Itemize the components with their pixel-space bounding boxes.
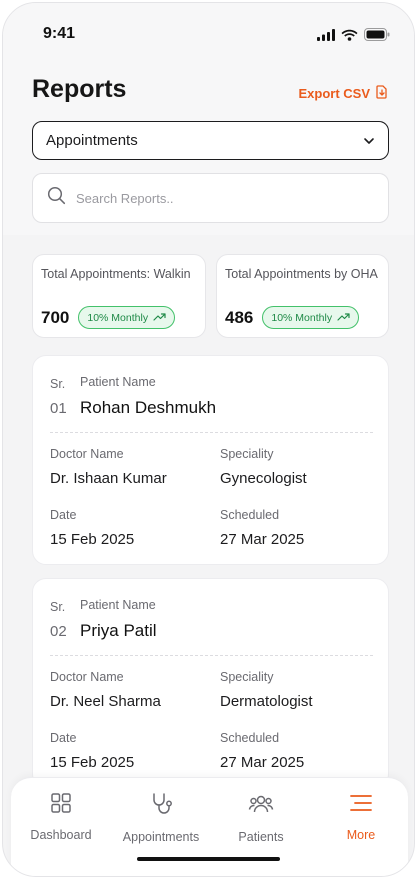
badge-label: 10% Monthly bbox=[271, 311, 333, 324]
stat-value: 700 bbox=[41, 307, 70, 327]
sr-label: Sr. bbox=[50, 377, 66, 391]
wifi-icon bbox=[341, 29, 358, 41]
file-export-icon bbox=[376, 85, 388, 102]
trend-badge: 10% Monthly bbox=[78, 306, 176, 329]
patient-name-label: Patient Name bbox=[80, 375, 156, 389]
search-input[interactable] bbox=[76, 190, 366, 206]
appointment-card[interactable]: Sr. Patient Name 01 Rohan Deshmukh Docto… bbox=[32, 355, 389, 565]
tab-more[interactable]: More bbox=[311, 792, 411, 842]
patient-name-label: Patient Name bbox=[80, 598, 156, 612]
doctor-name-label: Doctor Name bbox=[50, 447, 124, 461]
dashed-divider bbox=[50, 432, 373, 433]
sr-number: 02 bbox=[50, 623, 67, 640]
badge-label: 10% Monthly bbox=[87, 311, 149, 324]
tab-label: Appointments bbox=[122, 830, 200, 844]
chevron-down-icon bbox=[363, 132, 375, 150]
stat-label: Total Appointments: Walkin bbox=[41, 267, 191, 281]
search-icon bbox=[47, 186, 66, 210]
patient-name: Rohan Deshmukh bbox=[80, 398, 217, 417]
tab-label: Patients bbox=[238, 830, 284, 844]
export-csv-label: Export CSV bbox=[298, 86, 370, 101]
sr-number: 01 bbox=[50, 400, 67, 417]
stat-card-oha: Total Appointments by OHA 486 10% Monthl… bbox=[216, 254, 389, 338]
tab-patients[interactable]: Patients bbox=[211, 792, 311, 844]
trend-badge: 10% Monthly bbox=[262, 306, 360, 329]
stethoscope-icon bbox=[149, 792, 173, 821]
date-label: Date bbox=[50, 731, 77, 745]
status-bar: 9:41 bbox=[3, 3, 414, 63]
speciality-value: Gynecologist bbox=[220, 470, 307, 487]
date-value: 15 Feb 2025 bbox=[50, 531, 135, 548]
stat-label: Total Appointments by OHA bbox=[225, 267, 378, 281]
report-type-select[interactable]: Appointments bbox=[32, 121, 389, 160]
stat-row: 700 10% Monthly bbox=[41, 306, 176, 329]
scheduled-value: 27 Mar 2025 bbox=[220, 754, 305, 771]
users-icon bbox=[248, 792, 274, 821]
appointment-card[interactable]: Sr. Patient Name 02 Priya Patil Doctor N… bbox=[32, 578, 389, 788]
bottom-tab-bar: Dashboard Appointments Patients More bbox=[11, 777, 411, 876]
page-title: Reports bbox=[32, 75, 127, 103]
dashed-divider bbox=[50, 655, 373, 656]
scheduled-value: 27 Mar 2025 bbox=[220, 531, 305, 548]
speciality-value: Dermatologist bbox=[220, 693, 313, 710]
grid-icon bbox=[50, 792, 72, 819]
trending-up-icon bbox=[153, 312, 166, 324]
battery-icon bbox=[364, 28, 390, 41]
tab-dashboard[interactable]: Dashboard bbox=[11, 792, 111, 842]
report-type-value: Appointments bbox=[46, 132, 138, 149]
export-csv-button[interactable]: Export CSV bbox=[298, 85, 388, 102]
signal-icon bbox=[317, 28, 335, 41]
scheduled-label: Scheduled bbox=[220, 508, 280, 522]
search-bar bbox=[32, 173, 389, 223]
home-indicator bbox=[137, 857, 280, 861]
sr-label: Sr. bbox=[50, 600, 66, 614]
doctor-name: Dr. Neel Sharma bbox=[50, 693, 161, 710]
status-icons bbox=[317, 28, 390, 41]
stat-value: 486 bbox=[225, 307, 254, 327]
doctor-name: Dr. Ishaan Kumar bbox=[50, 470, 167, 487]
stat-row: 486 10% Monthly bbox=[225, 306, 360, 329]
scheduled-label: Scheduled bbox=[220, 731, 280, 745]
speciality-label: Speciality bbox=[220, 670, 274, 684]
stat-card-walkin: Total Appointments: Walkin 700 10% Month… bbox=[32, 254, 206, 338]
tab-label: More bbox=[346, 828, 376, 842]
doctor-name-label: Doctor Name bbox=[50, 670, 124, 684]
date-value: 15 Feb 2025 bbox=[50, 754, 135, 771]
date-label: Date bbox=[50, 508, 77, 522]
phone-screen: 9:41 Reports Export CSV Appointments Sea… bbox=[2, 2, 415, 877]
speciality-label: Speciality bbox=[220, 447, 274, 461]
tab-appointments[interactable]: Appointments bbox=[111, 792, 211, 844]
patient-name: Priya Patil bbox=[80, 621, 157, 640]
tab-label: Dashboard bbox=[30, 828, 92, 842]
trending-up-icon bbox=[337, 312, 350, 324]
status-time: 9:41 bbox=[43, 25, 76, 42]
menu-icon bbox=[349, 792, 373, 819]
